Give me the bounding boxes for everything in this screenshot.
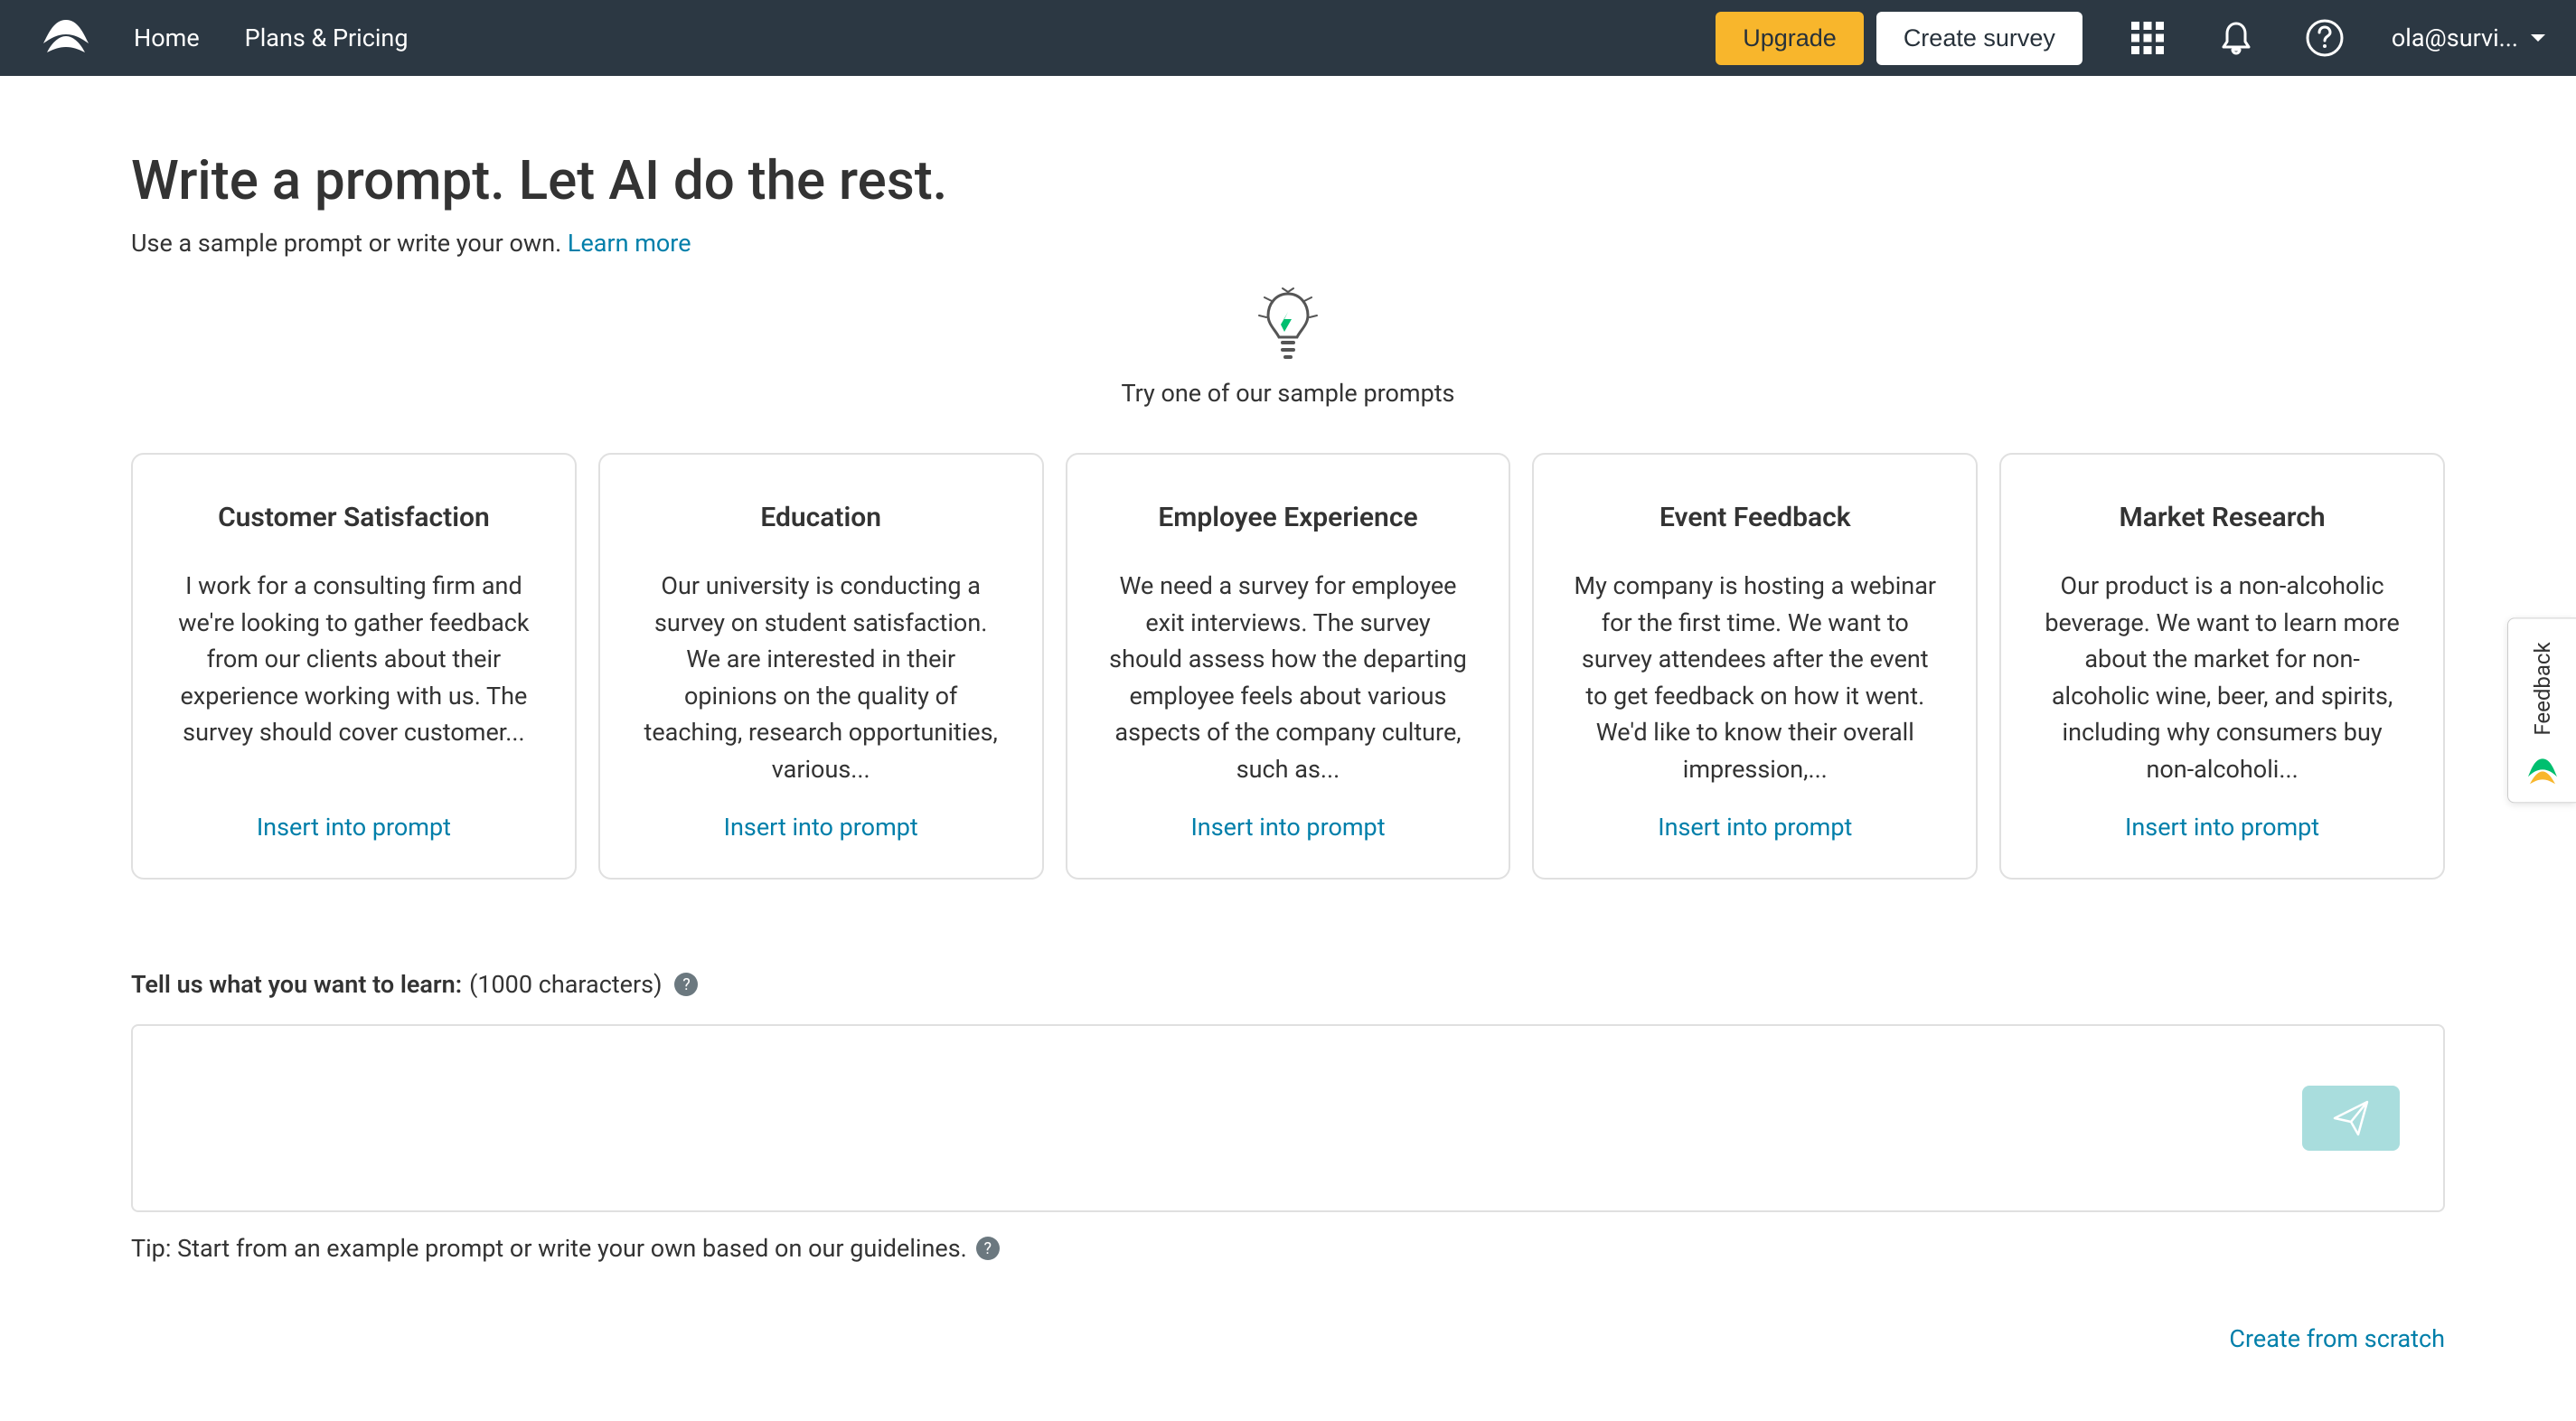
notifications-icon[interactable] — [2214, 16, 2258, 60]
insert-prompt-link[interactable]: Insert into prompt — [2041, 813, 2403, 842]
card-description: I work for a consulting firm and we're l… — [173, 568, 535, 787]
create-survey-button[interactable]: Create survey — [1876, 12, 2082, 65]
card-education: Education Our university is conducting a… — [598, 453, 1044, 880]
user-menu[interactable]: ola@survi... — [2392, 24, 2549, 52]
card-title: Employee Experience — [1107, 502, 1470, 533]
insert-prompt-link[interactable]: Insert into prompt — [1107, 813, 1470, 842]
card-description: We need a survey for employee exit inter… — [1107, 568, 1470, 787]
learn-more-link[interactable]: Learn more — [568, 229, 691, 258]
sample-prompt-cards: Customer Satisfaction I work for a consu… — [131, 453, 2445, 880]
prompt-textarea[interactable] — [133, 1026, 2443, 1210]
brand-logo[interactable] — [38, 16, 94, 60]
upgrade-button[interactable]: Upgrade — [1716, 12, 1864, 65]
card-title: Education — [640, 502, 1002, 533]
card-title: Event Feedback — [1574, 502, 1936, 533]
paper-plane-icon — [2331, 1098, 2371, 1138]
help-tooltip-icon[interactable]: ? — [674, 973, 698, 996]
insert-prompt-link[interactable]: Insert into prompt — [1574, 813, 1936, 842]
card-description: Our university is conducting a survey on… — [640, 568, 1002, 787]
feedback-tab[interactable]: Feedback — [2507, 617, 2576, 803]
card-description: Our product is a non-alcoholic beverage.… — [2041, 568, 2403, 787]
card-employee-experience: Employee Experience We need a survey for… — [1066, 453, 1511, 880]
apps-grid-icon[interactable] — [2126, 16, 2169, 60]
subtitle-text: Use a sample prompt or write your own. — [131, 229, 568, 258]
try-sample-label: Try one of our sample prompts — [131, 379, 2445, 408]
help-tooltip-icon[interactable]: ? — [976, 1237, 1000, 1260]
card-title: Market Research — [2041, 502, 2403, 533]
card-market-research: Market Research Our product is a non-alc… — [1999, 453, 2445, 880]
feedback-logo-icon — [2524, 758, 2562, 786]
lightbulb-graphic — [131, 285, 2445, 364]
prompt-tip-row: Tip: Start from an example prompt or wri… — [131, 1234, 2445, 1263]
card-event-feedback: Event Feedback My company is hosting a w… — [1532, 453, 1978, 880]
user-label: ola@survi... — [2392, 24, 2518, 52]
page-subtitle: Use a sample prompt or write your own. L… — [131, 229, 2445, 258]
prompt-label-row: Tell us what you want to learn: (1000 ch… — [131, 970, 2445, 999]
feedback-tab-label: Feedback — [2530, 642, 2555, 735]
top-header: Home Plans & Pricing Upgrade Create surv… — [0, 0, 2576, 76]
prompt-input-container — [131, 1024, 2445, 1212]
nav-plans-pricing[interactable]: Plans & Pricing — [245, 24, 409, 52]
prompt-tip-text: Tip: Start from an example prompt or wri… — [131, 1234, 967, 1263]
send-prompt-button[interactable] — [2302, 1086, 2400, 1151]
prompt-label: Tell us what you want to learn: — [131, 970, 462, 999]
chevron-down-icon — [2527, 27, 2549, 49]
insert-prompt-link[interactable]: Insert into prompt — [173, 813, 535, 842]
page-title: Write a prompt. Let AI do the rest. — [131, 148, 2445, 212]
insert-prompt-link[interactable]: Insert into prompt — [640, 813, 1002, 842]
nav-home[interactable]: Home — [134, 24, 200, 52]
prompt-char-count: (1000 characters) — [469, 970, 662, 999]
card-title: Customer Satisfaction — [173, 502, 535, 533]
card-description: My company is hosting a webinar for the … — [1574, 568, 1936, 787]
create-from-scratch-link[interactable]: Create from scratch — [131, 1324, 2445, 1353]
help-icon[interactable] — [2303, 16, 2346, 60]
card-customer-satisfaction: Customer Satisfaction I work for a consu… — [131, 453, 577, 880]
main-content: Write a prompt. Let AI do the rest. Use … — [131, 76, 2445, 1353]
